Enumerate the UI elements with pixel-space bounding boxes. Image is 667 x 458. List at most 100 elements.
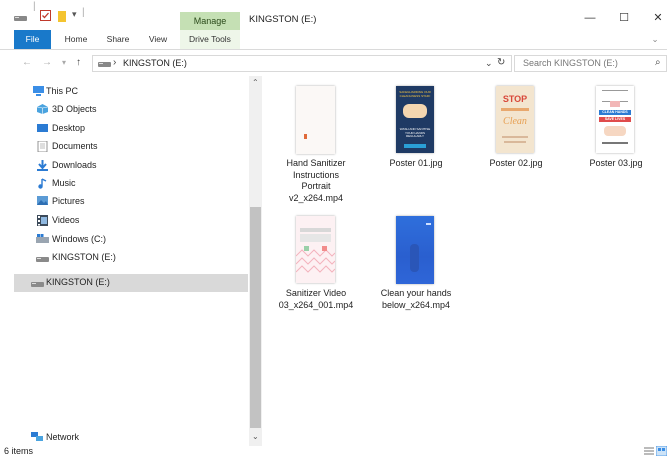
poster-text: SAFEGUARDING OUR CLEANLINESS STAFF xyxy=(399,90,431,98)
nav-label: Pictures xyxy=(52,196,85,206)
music-icon xyxy=(38,178,49,189)
tab-file[interactable]: File xyxy=(14,30,51,49)
file-item[interactable]: STOP Clean Poster 02.jpg xyxy=(470,76,562,176)
file-item[interactable]: SAFEGUARDING OUR CLEANLINESS STAFF WASH … xyxy=(370,76,462,176)
up-arrow-icon[interactable]: ↑ xyxy=(76,57,81,68)
poster-text: Clean xyxy=(503,116,527,127)
poster-text: WASH AND SANITISE YOUR HANDS REGULARLY xyxy=(399,127,431,138)
tab-view[interactable]: View xyxy=(141,30,175,49)
recent-locations-icon[interactable]: ▾ xyxy=(62,58,66,67)
nav-label: Windows (C:) xyxy=(52,234,107,244)
divider: | xyxy=(33,1,36,12)
file-name: Sanitizer Video 03_x264_001.mp4 xyxy=(278,288,354,310)
window-title: KINGSTON (E:) xyxy=(249,14,317,25)
windows-drive-icon xyxy=(36,234,49,244)
nav-label: Videos xyxy=(52,215,80,225)
drive-icon[interactable] xyxy=(14,13,27,22)
image-thumbnail: STOP Clean xyxy=(496,86,534,153)
file-item[interactable]: Hand Sanitizer Instructions Portrait v2_… xyxy=(270,76,362,216)
nav-item-videos[interactable]: Videos xyxy=(0,213,249,229)
nav-item-music[interactable]: Music xyxy=(0,176,249,192)
new-folder-icon[interactable] xyxy=(57,10,67,22)
nav-item-3d-objects[interactable]: 3D Objects xyxy=(0,102,249,118)
poster-text: STOP xyxy=(502,94,528,104)
expand-ribbon-button[interactable]: ⌄ xyxy=(648,30,662,49)
nav-item-windows-c[interactable]: Windows (C:) xyxy=(0,232,249,248)
video-thumbnail xyxy=(396,216,434,284)
refresh-icon[interactable]: ↻ xyxy=(497,57,505,68)
scroll-thumb[interactable] xyxy=(250,207,261,428)
tab-home[interactable]: Home xyxy=(58,30,94,49)
this-pc-icon xyxy=(33,86,44,96)
search-placeholder: Search KINGSTON (E:) xyxy=(523,58,618,68)
usb-drive-icon xyxy=(31,280,44,290)
ribbon-tabs: File Home Share View Drive Tools ⌄ xyxy=(0,30,667,50)
nav-item-downloads[interactable]: Downloads xyxy=(0,158,249,174)
nav-item-network[interactable]: Network xyxy=(0,430,249,446)
nav-label: 3D Objects xyxy=(52,104,97,114)
properties-checkbox-icon[interactable] xyxy=(40,10,51,21)
file-item[interactable]: CLEAN HANDS SAVE LIVES Poster 03.jpg xyxy=(570,76,662,176)
nav-label: Documents xyxy=(52,141,98,151)
file-item[interactable]: Sanitizer Video 03_x264_001.mp4 xyxy=(270,206,362,316)
maximize-button[interactable]: ☐ xyxy=(614,10,634,26)
nav-label: This PC xyxy=(46,86,79,96)
nav-item-documents[interactable]: Documents xyxy=(0,139,249,155)
poster-text: CLEAN HANDS xyxy=(599,110,631,115)
nav-label: Downloads xyxy=(52,160,97,170)
minimize-button[interactable]: — xyxy=(580,10,600,26)
file-name: Poster 03.jpg xyxy=(589,158,643,168)
nav-scrollbar[interactable]: ⌃ ⌄ xyxy=(249,76,262,446)
tab-share[interactable]: Share xyxy=(100,30,136,49)
scroll-up-icon[interactable]: ⌃ xyxy=(252,78,259,87)
breadcrumb-separator[interactable]: › xyxy=(113,57,116,68)
back-arrow-icon[interactable]: ← xyxy=(22,57,32,68)
file-name: Poster 02.jpg xyxy=(489,158,543,168)
downloads-icon xyxy=(37,160,48,171)
network-icon xyxy=(31,432,43,442)
file-item[interactable]: Clean your hands below_x264.mp4 xyxy=(370,206,462,316)
details-view-icon[interactable] xyxy=(644,446,654,458)
3d-objects-icon xyxy=(36,104,49,114)
nav-label: KINGSTON (E:) xyxy=(52,252,116,262)
search-icon[interactable]: ⌕ xyxy=(655,57,661,68)
forward-arrow-icon[interactable]: → xyxy=(42,57,52,68)
usb-drive-icon xyxy=(36,255,49,265)
address-row: ← → ▾ ↑ › KINGSTON (E:) ⌄ ↻ Search KINGS… xyxy=(0,50,667,76)
item-count: 6 items xyxy=(4,446,34,456)
scroll-down-icon[interactable]: ⌄ xyxy=(252,432,259,441)
nav-label: Music xyxy=(52,178,76,188)
nav-item-kingston-e-drive[interactable]: KINGSTON (E:) xyxy=(0,275,249,291)
address-bar[interactable]: › KINGSTON (E:) ⌄ ↻ xyxy=(92,55,512,72)
nav-label: KINGSTON (E:) xyxy=(46,277,110,287)
nav-label: Network xyxy=(46,432,80,442)
customize-toolbar-icon[interactable]: ▾ xyxy=(72,9,77,20)
file-list: Hand Sanitizer Instructions Portrait v2_… xyxy=(262,76,667,446)
image-thumbnail: SAFEGUARDING OUR CLEANLINESS STAFF WASH … xyxy=(396,86,434,153)
large-icons-view-icon[interactable] xyxy=(655,445,667,458)
breadcrumb-kingston[interactable]: KINGSTON (E:) xyxy=(123,58,187,68)
videos-icon xyxy=(37,215,48,226)
drive-icon xyxy=(98,60,111,70)
nav-item-this-pc[interactable]: This PC xyxy=(0,84,249,100)
nav-item-pictures[interactable]: Pictures xyxy=(0,194,249,210)
video-thumbnail xyxy=(296,216,335,283)
search-input[interactable]: Search KINGSTON (E:) ⌕ xyxy=(514,55,667,72)
nav-item-desktop[interactable]: Desktop xyxy=(0,121,249,137)
manage-contextual-tab[interactable]: Manage xyxy=(180,12,240,30)
address-dropdown-icon[interactable]: ⌄ xyxy=(485,58,493,69)
status-bar: 6 items xyxy=(0,445,667,458)
file-name: Clean your hands below_x264.mp4 xyxy=(380,288,452,310)
file-name: Poster 01.jpg xyxy=(389,158,443,168)
divider: | xyxy=(82,7,85,18)
nav-item-kingston-e[interactable]: KINGSTON (E:) xyxy=(0,250,249,266)
image-thumbnail: CLEAN HANDS SAVE LIVES xyxy=(596,86,634,153)
tab-drive-tools[interactable]: Drive Tools xyxy=(180,30,240,49)
title-bar: | ▾ | Manage KINGSTON (E:) — ☐ ✕ xyxy=(0,0,667,30)
close-button[interactable]: ✕ xyxy=(648,10,667,26)
desktop-icon xyxy=(37,123,48,133)
pictures-icon xyxy=(37,196,48,206)
documents-icon xyxy=(37,140,48,153)
video-thumbnail xyxy=(296,86,335,154)
nav-label: Desktop xyxy=(52,123,86,133)
